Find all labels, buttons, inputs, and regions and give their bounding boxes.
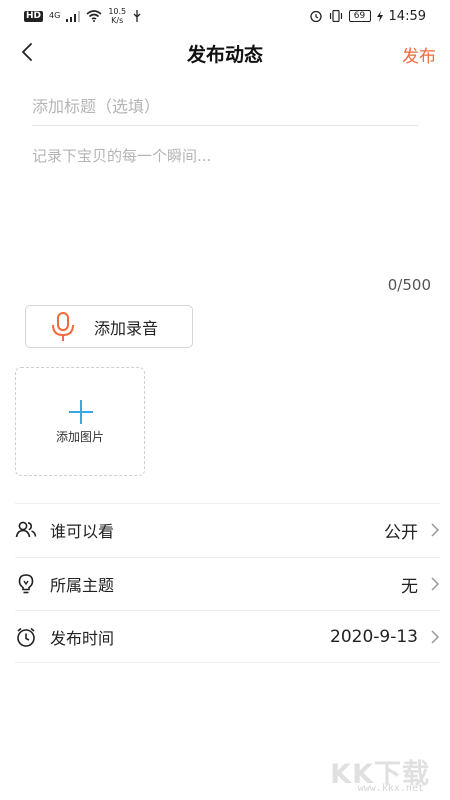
- content-input[interactable]: [32, 145, 418, 265]
- add-image-button[interactable]: 添加图片: [15, 367, 145, 476]
- add-audio-button[interactable]: 添加录音: [25, 305, 193, 348]
- add-audio-label: 添加录音: [94, 318, 159, 338]
- title-input[interactable]: [32, 88, 418, 126]
- alarm-icon: [309, 10, 322, 23]
- bulb-icon: [18, 574, 34, 594]
- publish-button[interactable]: 发布: [402, 42, 436, 67]
- watermark-url: www.kkx.net: [357, 783, 424, 794]
- status-bar: HD 4G 10.5 K/s 69 14:59: [0, 0, 450, 32]
- option-value: 2020-9-13: [330, 626, 418, 647]
- chevron-right-icon: [431, 523, 440, 537]
- hd-badge: HD: [24, 10, 44, 22]
- status-left: HD 4G 10.5 K/s: [24, 7, 142, 25]
- battery-icon: 69: [348, 10, 371, 22]
- plus-icon: [69, 400, 93, 424]
- network-label: 4G: [49, 11, 61, 20]
- status-right: 69 14:59: [309, 9, 426, 24]
- people-icon: [15, 521, 37, 538]
- header: 发布动态 发布: [0, 32, 450, 74]
- option-value: 无: [401, 576, 418, 597]
- option-label: 谁可以看: [50, 522, 115, 541]
- option-label: 发布时间: [50, 628, 115, 648]
- clock-time: 14:59: [388, 8, 426, 24]
- clock-icon: [17, 627, 35, 647]
- net-speed-value: 10.5: [108, 7, 127, 16]
- watermark: KK下载 www.kkx.net: [300, 752, 430, 796]
- add-image-label: 添加图片: [55, 430, 104, 444]
- wifi-icon: [86, 10, 102, 22]
- microphone-icon: [52, 311, 74, 341]
- option-visibility[interactable]: 谁可以看 公开: [15, 503, 440, 556]
- char-counter: 0/500: [387, 276, 431, 294]
- net-speed: 10.5 K/s: [108, 7, 126, 25]
- option-value: 公开: [384, 522, 418, 543]
- vibrate-icon: [329, 10, 342, 22]
- usb-icon: [133, 10, 141, 22]
- page-title: 发布动态: [186, 44, 263, 66]
- option-label: 所属主题: [50, 576, 115, 595]
- chevron-right-icon: [431, 577, 440, 591]
- signal-icon: [66, 10, 81, 22]
- chevron-right-icon: [431, 629, 440, 644]
- option-topic[interactable]: 所属主题 无: [15, 557, 440, 610]
- option-publish-time[interactable]: 发布时间 2020-9-13: [15, 610, 440, 663]
- net-speed-unit: K/s: [111, 16, 124, 25]
- charging-icon: [376, 10, 383, 22]
